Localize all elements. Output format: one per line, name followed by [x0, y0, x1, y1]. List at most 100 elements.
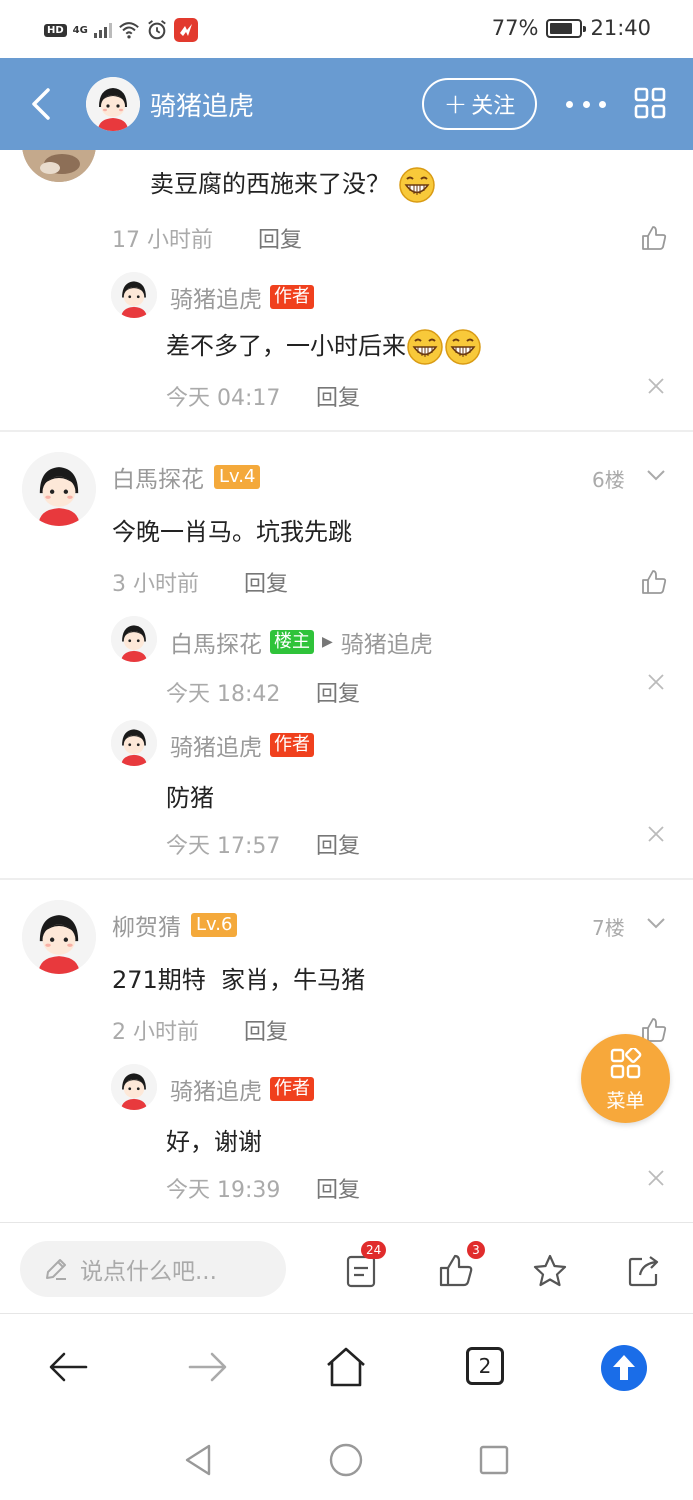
- author-badge: 作者: [270, 285, 314, 309]
- chevron-down-icon[interactable]: [646, 468, 666, 482]
- grin-emoji-icon: [407, 329, 443, 365]
- menu-grid-icon: [610, 1048, 642, 1079]
- reply-to-arrow-icon: ▶: [322, 634, 333, 650]
- reply-time: 今天 19:39: [166, 1178, 281, 1203]
- back-arrow-icon[interactable]: [46, 1345, 90, 1389]
- app-notification-icon: [173, 18, 198, 42]
- level-badge: Lv.4: [214, 465, 261, 489]
- close-icon[interactable]: [646, 824, 666, 844]
- comment-text: 卖豆腐的西施来了没？: [150, 164, 436, 204]
- browser-toolbar: 2: [0, 1315, 693, 1420]
- comment-text: 今晚一肖马。坑我先跳: [112, 518, 352, 546]
- thumbs-up-icon[interactable]: [438, 1253, 474, 1289]
- level-badge: Lv.6: [191, 913, 238, 937]
- close-icon[interactable]: [646, 672, 666, 692]
- thumbs-up-icon[interactable]: [640, 568, 668, 596]
- system-recents-icon[interactable]: [478, 1444, 510, 1476]
- reply-time: 今天 17:57: [166, 834, 281, 859]
- upload-button[interactable]: [601, 1345, 647, 1391]
- commenter-username[interactable]: 柳贺猜: [112, 908, 181, 942]
- reply-avatar[interactable]: [111, 720, 157, 766]
- cartoon-girl-avatar-icon: [22, 452, 96, 526]
- pencil-icon: [46, 1259, 66, 1280]
- reply-username[interactable]: 骑猪追虎: [170, 1072, 262, 1106]
- status-right: 77% 21:40: [492, 16, 651, 40]
- comment-count-badge: 24: [361, 1241, 387, 1259]
- reply-button[interactable]: 回复: [316, 676, 360, 708]
- comment-input-placeholder: 说点什么吧...: [80, 1259, 217, 1285]
- tabs-button[interactable]: 2: [466, 1347, 504, 1385]
- comment-input[interactable]: 说点什么吧...: [20, 1241, 286, 1297]
- author-badge: 作者: [270, 733, 314, 757]
- reply-button[interactable]: 回复: [258, 222, 302, 254]
- reply-text-content: 差不多了，一小时后来: [166, 332, 406, 360]
- cartoon-girl-avatar-icon: [111, 272, 157, 318]
- close-icon[interactable]: [646, 1168, 666, 1188]
- reply-avatar[interactable]: [111, 272, 157, 318]
- cartoon-girl-avatar-icon: [86, 77, 140, 131]
- wifi-icon: [119, 22, 139, 39]
- floating-menu-button[interactable]: 菜单: [581, 1034, 670, 1123]
- commenter-avatar[interactable]: [22, 452, 96, 526]
- photo-avatar-icon: [22, 150, 96, 182]
- cartoon-girl-avatar-icon: [111, 720, 157, 766]
- reply-username[interactable]: 白馬探花: [170, 625, 262, 659]
- reply-avatar[interactable]: [111, 616, 157, 662]
- thumbs-up-icon[interactable]: [640, 224, 668, 252]
- floor-number: 6楼: [592, 468, 625, 492]
- more-options-icon[interactable]: [566, 90, 606, 118]
- clock: 21:40: [590, 16, 651, 40]
- battery-icon: [546, 18, 587, 38]
- reply-button[interactable]: 回复: [316, 380, 360, 412]
- cartoon-girl-avatar-icon: [111, 616, 157, 662]
- status-bar: HD 4G 77% 21:40: [0, 0, 693, 58]
- grid-menu-icon[interactable]: [634, 86, 666, 120]
- cartoon-girl-avatar-icon: [111, 1064, 157, 1110]
- commenter-avatar[interactable]: [22, 150, 96, 182]
- reply-header: 骑猪追虎 作者: [170, 728, 314, 762]
- reply-button[interactable]: 回复: [316, 828, 360, 860]
- network-type: 4G: [72, 24, 88, 36]
- commenter-username[interactable]: 白馬探花: [112, 460, 204, 494]
- reply-button[interactable]: 回复: [244, 1014, 288, 1046]
- system-back-icon[interactable]: [182, 1442, 214, 1478]
- close-icon[interactable]: [646, 376, 666, 396]
- cartoon-girl-avatar-icon: [22, 900, 96, 974]
- comment-time: 3 小时前: [112, 572, 199, 597]
- reply-text: 差不多了，一小时后来: [166, 326, 482, 366]
- reply-username[interactable]: 骑猪追虎: [170, 280, 262, 314]
- alarm-icon: [148, 20, 166, 40]
- chevron-down-icon[interactable]: [646, 916, 666, 930]
- floor-number: 7楼: [592, 916, 625, 940]
- reply-button[interactable]: 回复: [316, 1172, 360, 1204]
- comment-header: 白馬探花 Lv.4: [112, 460, 261, 494]
- star-icon[interactable]: [532, 1253, 568, 1289]
- comment-header: 柳贺猜 Lv.6: [112, 908, 238, 942]
- back-arrow-icon[interactable]: [24, 84, 60, 124]
- forward-arrow-icon[interactable]: [186, 1345, 230, 1389]
- author-avatar[interactable]: [86, 77, 140, 131]
- comment-text: 271期特 家肖，牛马猪: [112, 966, 366, 994]
- grin-emoji-icon: [398, 167, 435, 203]
- hd-indicator: HD: [44, 23, 67, 37]
- home-icon[interactable]: [324, 1345, 368, 1389]
- follow-button[interactable]: + 关注: [422, 78, 537, 130]
- reply-avatar[interactable]: [111, 1064, 157, 1110]
- comment-text-content: 卖豆腐的西施来了没？: [150, 170, 390, 198]
- commenter-avatar[interactable]: [22, 900, 96, 974]
- arrow-up-icon: [613, 1355, 635, 1380]
- share-icon[interactable]: [626, 1253, 662, 1289]
- page-title: 骑猪追虎: [150, 92, 255, 122]
- reply-button[interactable]: 回复: [244, 566, 288, 598]
- battery-fill: [550, 22, 573, 34]
- reply-header: 白馬探花 楼主 ▶ 骑猪追虎: [170, 625, 433, 659]
- reply-username[interactable]: 骑猪追虎: [170, 728, 262, 762]
- reply-text: 好，谢谢: [166, 1128, 262, 1156]
- status-left: HD 4G: [44, 18, 198, 42]
- author-badge: 作者: [270, 1077, 314, 1101]
- plus-icon: +: [443, 87, 468, 120]
- reply-target-username[interactable]: 骑猪追虎: [341, 625, 433, 659]
- signal-icon: [93, 22, 112, 38]
- system-home-icon[interactable]: [328, 1442, 364, 1478]
- reply-header: 骑猪追虎 作者: [170, 1072, 314, 1106]
